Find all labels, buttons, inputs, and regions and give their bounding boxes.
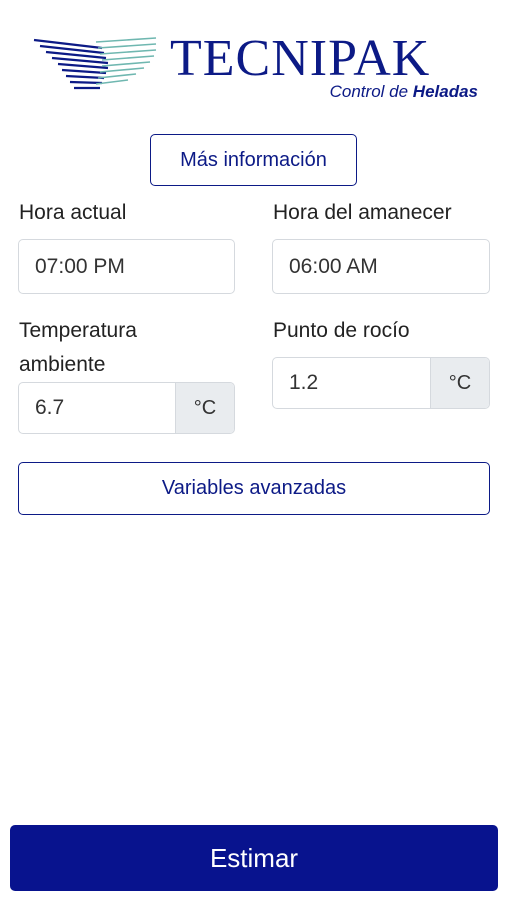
temperatura-label-line1: Temperatura: [19, 319, 137, 342]
hora-amanecer-label: Hora del amanecer: [273, 201, 452, 224]
temperatura-value: 6.7: [35, 396, 65, 419]
tecnipak-stripes-icon: [33, 37, 157, 90]
brand-logo: TECNIPAK Control de Heladas: [32, 30, 482, 108]
temperatura-input[interactable]: 6.7 °C: [18, 382, 235, 434]
punto-rocio-label: Punto de rocío: [273, 319, 410, 342]
temperatura-label-line2: ambiente: [19, 353, 106, 376]
hora-actual-label: Hora actual: [19, 201, 127, 224]
punto-rocio-input[interactable]: 1.2 °C: [272, 357, 490, 409]
hora-actual-input[interactable]: 07:00 PM: [18, 239, 235, 294]
punto-rocio-unit: °C: [430, 358, 489, 408]
punto-rocio-value: 1.2: [289, 371, 319, 394]
brand-tagline: Control de Heladas: [330, 82, 478, 102]
tagline-prefix: Control de: [329, 82, 409, 101]
advanced-variables-button[interactable]: Variables avanzadas: [18, 462, 490, 515]
temperatura-unit: °C: [175, 383, 234, 433]
more-info-button[interactable]: Más información: [150, 134, 357, 186]
brand-name: TECNIPAK: [170, 30, 431, 87]
estimar-button[interactable]: Estimar: [10, 825, 498, 891]
hora-amanecer-input[interactable]: 06:00 AM: [272, 239, 490, 294]
tagline-bold: Heladas: [412, 82, 478, 101]
hora-actual-value: 07:00 PM: [35, 254, 125, 278]
hora-amanecer-value: 06:00 AM: [289, 254, 378, 278]
